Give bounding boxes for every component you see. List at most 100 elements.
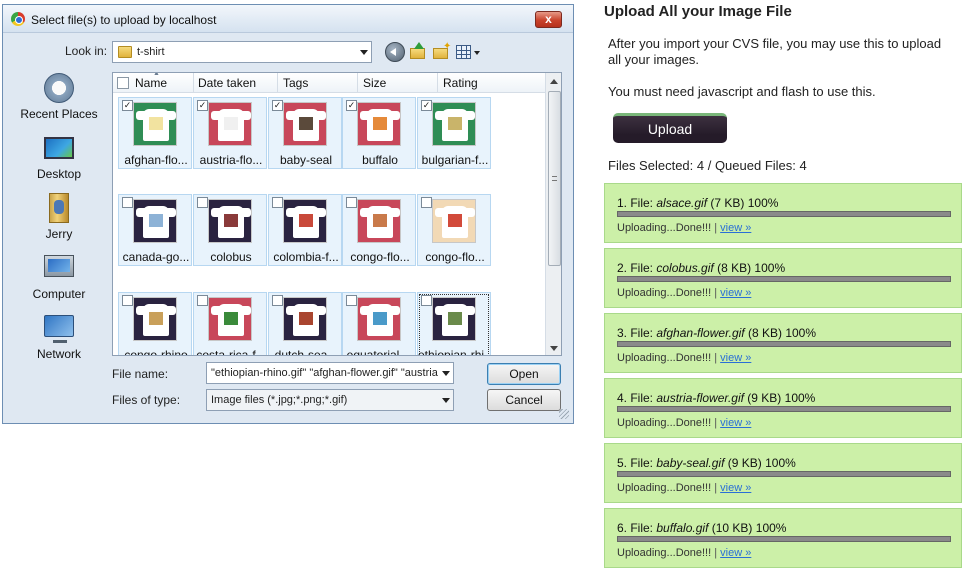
file-tile[interactable]: ✓ afghan-flo... <box>118 97 192 169</box>
recent-places-icon <box>44 73 74 103</box>
place-network[interactable]: Network <box>9 309 109 369</box>
queue-item: 5. File: baby-seal.gif (9 KB) 100% Upload… <box>604 443 962 503</box>
file-tile[interactable]: congo-flo... <box>417 194 491 266</box>
file-tile[interactable]: congo-flo... <box>342 194 416 266</box>
view-menu-button[interactable] <box>455 42 483 62</box>
separator: | <box>711 417 721 429</box>
column-rating[interactable]: Rating <box>443 76 478 90</box>
resize-grip-icon[interactable] <box>559 409 569 419</box>
queue-item-title: 3. File: afghan-flower.gif (8 KB) 100% <box>617 326 816 340</box>
file-tile[interactable]: costa-rica-f... <box>193 292 267 355</box>
file-checkbox[interactable] <box>346 295 357 306</box>
back-arrow-icon[interactable] <box>385 42 405 62</box>
folder-icon <box>410 48 425 59</box>
file-tile[interactable]: colobus <box>193 194 267 266</box>
view-link[interactable]: view » <box>720 547 751 559</box>
place-label: Jerry <box>45 227 73 241</box>
tshirt-design <box>448 117 462 130</box>
file-list[interactable]: Name ▲ Date taken Tags Size Rating ✓ afgh… <box>112 72 562 356</box>
file-tile[interactable]: equatorial-... <box>342 292 416 355</box>
file-tile[interactable]: ✓ bulgarian-f... <box>417 97 491 169</box>
files-of-type-dropdown[interactable]: Image files (*.jpg;*.png;*.gif) <box>206 389 454 411</box>
column-date-taken[interactable]: Date taken <box>198 76 256 90</box>
file-name-label: File name: <box>112 367 169 381</box>
chevron-down-icon[interactable] <box>442 371 450 376</box>
column-divider[interactable] <box>277 73 278 93</box>
queue-item-size: (9 KB) <box>724 456 766 470</box>
file-tile[interactable]: ✓ austria-flo... <box>193 97 267 169</box>
file-checkbox[interactable]: ✓ <box>272 100 283 111</box>
scroll-down-arrow-icon[interactable] <box>550 346 558 351</box>
queue-item-file: alsace.gif <box>656 196 708 210</box>
up-arrow-icon <box>414 42 424 49</box>
file-checkbox[interactable] <box>272 197 283 208</box>
cancel-button[interactable]: Cancel <box>487 389 561 411</box>
close-icon: x <box>545 12 552 26</box>
view-link[interactable]: view » <box>720 352 751 364</box>
tshirt-shape <box>360 304 400 336</box>
scrollbar-thumb[interactable] <box>548 91 561 266</box>
file-tile[interactable]: ✓ baby-seal <box>268 97 342 169</box>
file-checkbox[interactable] <box>346 197 357 208</box>
view-link[interactable]: view » <box>720 222 751 234</box>
place-desktop[interactable]: Desktop <box>9 129 109 189</box>
view-link[interactable]: view » <box>720 417 751 429</box>
column-divider[interactable] <box>193 73 194 93</box>
scroll-up-arrow-icon[interactable] <box>550 79 558 84</box>
close-button[interactable]: x <box>535 11 562 28</box>
tshirt-design <box>448 312 462 325</box>
progress-fill <box>618 212 950 216</box>
select-all-checkbox[interactable] <box>117 77 129 89</box>
file-checkbox[interactable]: ✓ <box>122 100 133 111</box>
view-link[interactable]: view » <box>720 287 751 299</box>
computer-icon <box>44 255 74 277</box>
file-checkbox[interactable]: ✓ <box>346 100 357 111</box>
tshirt-thumbnail <box>133 199 177 243</box>
tshirt-shape <box>136 304 176 336</box>
file-checkbox[interactable] <box>421 295 432 306</box>
file-checkbox[interactable] <box>197 295 208 306</box>
file-tile[interactable]: dutch-sea... <box>268 292 342 355</box>
file-name-input[interactable]: "ethiopian-rhino.gif" "afghan-flower.gif… <box>206 362 454 384</box>
file-checkbox[interactable] <box>421 197 432 208</box>
queue-item-title: 2. File: colobus.gif (8 KB) 100% <box>617 261 785 275</box>
open-button[interactable]: Open <box>487 363 561 385</box>
column-size[interactable]: Size <box>363 76 386 90</box>
look-in-dropdown[interactable]: t-shirt <box>112 41 372 63</box>
place-recent-places[interactable]: Recent Places <box>9 69 109 129</box>
file-checkbox[interactable]: ✓ <box>197 100 208 111</box>
dialog-titlebar[interactable]: Select file(s) to upload by localhost x <box>3 5 573 33</box>
separator: | <box>711 547 721 559</box>
place-computer[interactable]: Computer <box>9 249 109 309</box>
tshirt-shape <box>360 206 400 238</box>
queue-item-file: colobus.gif <box>656 261 714 275</box>
queue-item-file: afghan-flower.gif <box>656 326 745 340</box>
file-tile[interactable]: colombia-f... <box>268 194 342 266</box>
file-checkbox[interactable] <box>197 197 208 208</box>
file-tile[interactable]: congo-rhino <box>118 292 192 356</box>
new-folder-button[interactable]: ✦ <box>431 42 451 62</box>
file-checkbox[interactable] <box>122 295 133 306</box>
column-divider[interactable] <box>357 73 358 93</box>
file-checkbox[interactable] <box>272 295 283 306</box>
file-checkbox[interactable] <box>122 197 133 208</box>
file-checkbox[interactable]: ✓ <box>421 100 432 111</box>
upload-button[interactable]: Upload <box>613 113 727 143</box>
separator: | <box>711 352 721 364</box>
column-name[interactable]: Name <box>135 76 167 90</box>
file-name: canada-go... <box>122 250 190 264</box>
file-tile[interactable]: canada-go... <box>118 194 192 266</box>
queue-item: 3. File: afghan-flower.gif (8 KB) 100% Up… <box>604 313 962 373</box>
view-link[interactable]: view » <box>720 482 751 494</box>
file-tile[interactable]: ethiopian-rhi... <box>417 292 492 355</box>
tshirt-shape <box>211 304 251 336</box>
file-name: congo-rhino <box>124 348 188 356</box>
file-tile[interactable]: ✓ buffalo <box>342 97 416 169</box>
tshirt-shape <box>286 109 326 141</box>
tshirt-shape <box>286 304 326 336</box>
up-folder-button[interactable] <box>408 42 428 62</box>
column-divider[interactable] <box>437 73 438 93</box>
column-tags[interactable]: Tags <box>283 76 308 90</box>
vertical-scrollbar[interactable] <box>545 73 561 355</box>
place-jerry[interactable]: Jerry <box>9 189 109 249</box>
